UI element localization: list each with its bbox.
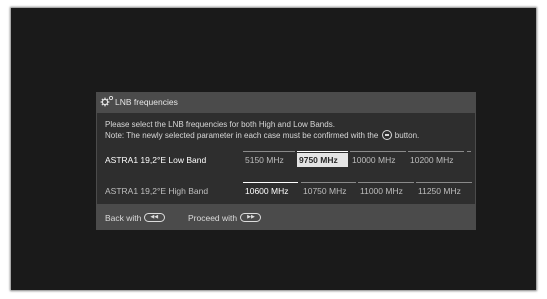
dialog-title: LNB frequencies bbox=[115, 97, 178, 107]
dialog-header: LNB frequencies bbox=[96, 92, 476, 112]
high-band-option-11250[interactable]: 11250 MHz bbox=[416, 182, 472, 198]
info-text: Please select the LNB frequencies for bo… bbox=[105, 120, 419, 141]
info-line-2: Note: The newly selected parameter in ea… bbox=[105, 130, 419, 141]
fast-forward-button-icon: ▶▶ bbox=[240, 213, 262, 222]
high-band-label: ASTRA1 19,2°E High Band bbox=[105, 186, 209, 196]
back-label: Back with bbox=[105, 213, 142, 223]
high-band-row[interactable]: ASTRA1 19,2°E High Band 10600 MHz 10750 … bbox=[105, 182, 472, 198]
ok-button-icon bbox=[381, 130, 392, 140]
dialog-footer: Back with ◀◀ Proceed with ▶▶ bbox=[96, 205, 476, 230]
low-band-option-10200[interactable]: 10200 MHz bbox=[408, 151, 464, 167]
high-band-option-10750[interactable]: 10750 MHz bbox=[301, 182, 356, 198]
more-options-indicator bbox=[467, 151, 471, 152]
low-band-label: ASTRA1 19,2°E Low Band bbox=[105, 155, 207, 165]
info-line-2-end: button. bbox=[394, 131, 420, 140]
lnb-frequencies-dialog: LNB frequencies Please select the LNB fr… bbox=[96, 92, 476, 230]
info-line-1: Please select the LNB frequencies for bo… bbox=[105, 120, 335, 129]
low-band-option-5150[interactable]: 5150 MHz bbox=[243, 151, 295, 167]
gear-icon bbox=[100, 95, 114, 107]
back-hint[interactable]: Back with ◀◀ bbox=[105, 213, 166, 223]
tv-screen: LNB frequencies Please select the LNB fr… bbox=[11, 8, 536, 290]
high-band-option-10600-selected[interactable]: 10600 MHz bbox=[243, 182, 298, 198]
low-band-option-10000[interactable]: 10000 MHz bbox=[350, 151, 406, 167]
rewind-button-icon: ◀◀ bbox=[144, 213, 166, 222]
proceed-label: Proceed with bbox=[188, 213, 238, 223]
low-band-row[interactable]: ASTRA1 19,2°E Low Band 5150 MHz 9750 MHz… bbox=[105, 151, 471, 167]
proceed-hint[interactable]: Proceed with ▶▶ bbox=[188, 213, 262, 223]
info-line-2-start: Note: The newly selected parameter in ea… bbox=[105, 131, 379, 140]
low-band-option-9750-selected[interactable]: 9750 MHz bbox=[297, 151, 348, 167]
dialog-body: Please select the LNB frequencies for bo… bbox=[97, 113, 475, 204]
high-band-option-11000[interactable]: 11000 MHz bbox=[358, 182, 414, 198]
